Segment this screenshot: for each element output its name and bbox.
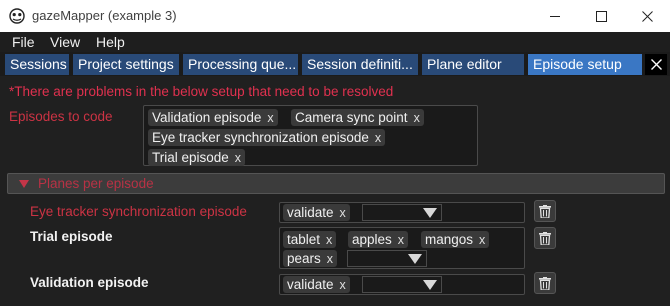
- plane-chip-apples: apples x: [348, 231, 409, 249]
- chip-label: validate: [287, 277, 334, 292]
- trash-icon: [539, 204, 551, 218]
- add-plane-dropdown[interactable]: [347, 250, 427, 267]
- plane-chip-validate: validate x: [283, 204, 350, 221]
- episode-chip-camera-sync: Camera sync point x: [291, 109, 424, 126]
- tab-project-settings[interactable]: Project settings: [73, 54, 179, 75]
- remove-chip-button[interactable]: x: [340, 205, 346, 222]
- remove-chip-button[interactable]: x: [340, 277, 346, 294]
- episodes-multiselect[interactable]: Validation episode x Camera sync point x E…: [143, 105, 478, 166]
- collapse-arrow-icon: [19, 180, 29, 188]
- plane-chip-tablet: tablet x: [283, 231, 337, 249]
- chip-label: Camera sync point: [295, 110, 408, 125]
- episodes-to-code-label: Episodes to code: [9, 109, 113, 124]
- episode-setup-panel: *There are problems in the below setup t…: [0, 76, 670, 306]
- planes-multiselect-et-sync[interactable]: validate x: [279, 202, 525, 223]
- tab-bar: Sessions Project settings Processing que…: [0, 52, 670, 76]
- dropdown-arrow-icon: [423, 280, 437, 290]
- remove-chip-button[interactable]: x: [235, 150, 241, 167]
- add-plane-dropdown[interactable]: [362, 276, 442, 293]
- trash-icon: [539, 276, 551, 290]
- maximize-button[interactable]: [578, 0, 624, 32]
- close-tab-button[interactable]: [645, 54, 667, 75]
- episode-label-trial: Trial episode: [30, 229, 113, 244]
- tab-processing-queue[interactable]: Processing que...: [183, 54, 298, 75]
- remove-chip-button[interactable]: x: [479, 232, 485, 249]
- episode-label-et-sync: Eye tracker synchronization episode: [30, 204, 247, 219]
- chip-label: Trial episode: [152, 150, 229, 165]
- remove-chip-button[interactable]: x: [375, 130, 381, 147]
- tab-episode-setup[interactable]: Episode setup: [528, 54, 642, 75]
- window-title: gazeMapper (example 3): [32, 8, 177, 23]
- remove-chip-button[interactable]: x: [398, 232, 404, 249]
- planes-per-episode-header[interactable]: Planes per episode: [7, 173, 665, 194]
- chip-label: Eye tracker synchronization episode: [152, 130, 369, 145]
- plane-chip-validate: validate x: [283, 276, 350, 293]
- close-icon: [650, 59, 662, 70]
- title-bar: gazeMapper (example 3): [0, 0, 670, 32]
- tab-sessions[interactable]: Sessions: [5, 54, 69, 75]
- dropdown-arrow-icon: [408, 254, 422, 264]
- tab-session-definition[interactable]: Session definiti...: [302, 54, 418, 75]
- menu-help[interactable]: Help: [96, 34, 125, 50]
- remove-chip-button[interactable]: x: [414, 110, 420, 127]
- menu-file[interactable]: File: [12, 34, 35, 50]
- delete-episode-planes-button[interactable]: [534, 227, 556, 249]
- plane-chip-pears: pears x: [283, 250, 338, 268]
- menu-bar: File View Help: [0, 32, 670, 52]
- maximize-icon: [595, 10, 607, 22]
- close-window-button[interactable]: [624, 0, 670, 32]
- remove-chip-button[interactable]: x: [267, 110, 273, 127]
- add-plane-dropdown[interactable]: [362, 204, 442, 221]
- minimize-icon: [549, 15, 560, 17]
- chip-label: mangos: [425, 232, 474, 247]
- menu-view[interactable]: View: [50, 34, 80, 50]
- setup-warning: *There are problems in the below setup t…: [9, 84, 394, 99]
- planes-multiselect-trial[interactable]: tablet x apples x mangos x pears x: [279, 227, 525, 269]
- minimize-button[interactable]: [532, 0, 578, 32]
- planes-multiselect-validation[interactable]: validate x: [279, 274, 525, 295]
- remove-chip-button[interactable]: x: [327, 251, 333, 268]
- close-icon: [641, 10, 653, 22]
- tab-plane-editor[interactable]: Plane editor: [422, 54, 524, 75]
- delete-episode-planes-button[interactable]: [534, 200, 556, 222]
- episode-chip-validation: Validation episode x: [148, 109, 278, 126]
- episode-label-validation: Validation episode: [30, 275, 149, 290]
- planes-per-episode-title: Planes per episode: [38, 176, 154, 191]
- app-logo-icon: [9, 8, 25, 24]
- episode-chip-trial: Trial episode x: [148, 149, 246, 167]
- delete-episode-planes-button[interactable]: [534, 272, 556, 294]
- remove-chip-button[interactable]: x: [326, 232, 332, 249]
- dropdown-arrow-icon: [423, 208, 437, 218]
- plane-chip-mangos: mangos x: [421, 231, 490, 249]
- episode-chip-et-sync: Eye tracker synchronization episode x: [148, 129, 386, 147]
- trash-icon: [539, 231, 551, 245]
- chip-label: pears: [287, 251, 321, 266]
- chip-label: apples: [352, 232, 392, 247]
- chip-label: validate: [287, 205, 334, 220]
- chip-label: tablet: [287, 232, 321, 247]
- chip-label: Validation episode: [152, 110, 262, 125]
